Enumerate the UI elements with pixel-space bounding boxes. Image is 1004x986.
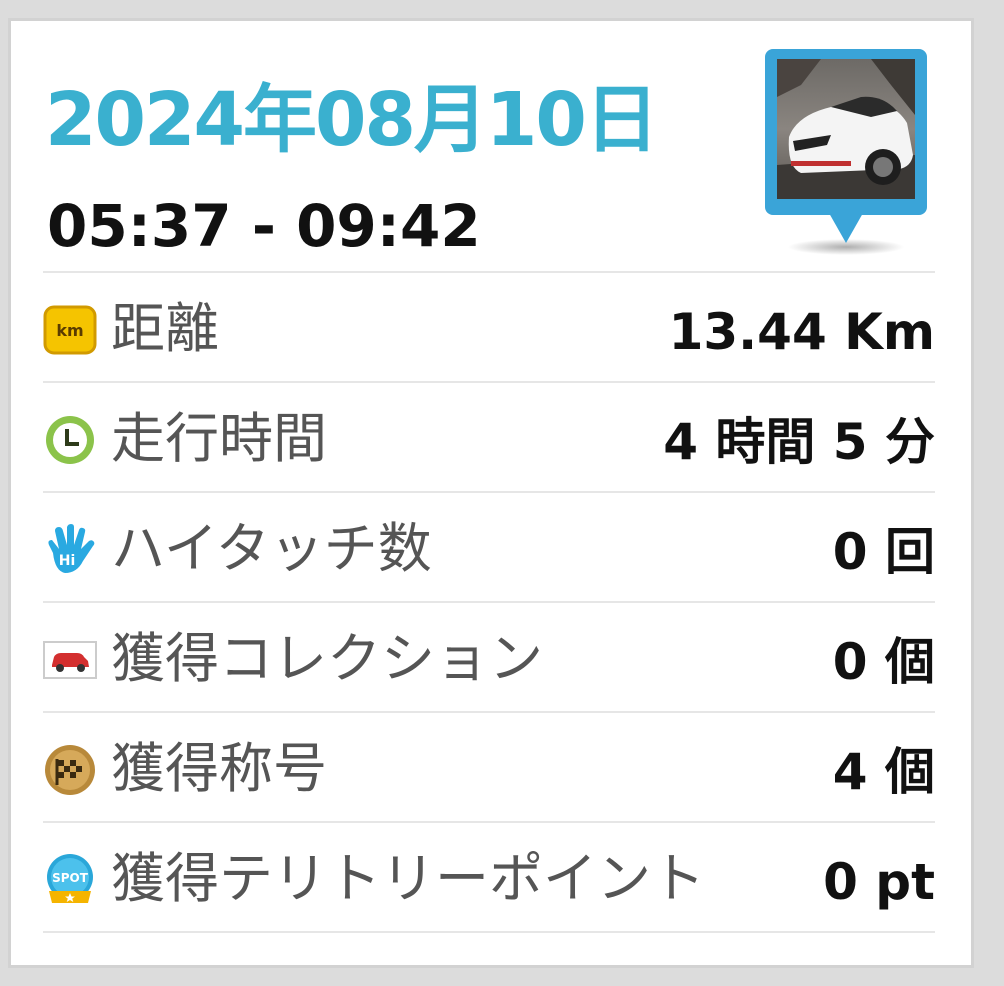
- summary-header: 2024年08月10日 05:37 - 09:42: [45, 21, 935, 273]
- stat-label: 距離: [111, 297, 219, 360]
- drive-summary-card: 2024年08月10日 05:37 - 09:42 km 距離 13.44 Km…: [8, 18, 974, 968]
- stat-label: ハイタッチ数: [111, 517, 432, 580]
- stat-row-distance: km 距離 13.44 Km: [43, 271, 935, 381]
- clock-icon: [46, 416, 94, 464]
- car-photo-pin[interactable]: [761, 45, 931, 257]
- stats-list: km 距離 13.44 Km 走行時間 4 時間 5 分 Hi ハイタッチ数 0…: [43, 271, 935, 933]
- stat-row-high-touch: Hi ハイタッチ数 0 回: [43, 491, 935, 601]
- stat-label: 獲得称号: [111, 737, 327, 800]
- hand-icon: Hi: [48, 524, 95, 573]
- stat-value: 4 個: [832, 743, 935, 801]
- stat-label: 獲得コレクション: [111, 627, 543, 690]
- stat-value: 0 回: [832, 523, 935, 581]
- stat-value: 13.44 Km: [668, 303, 935, 361]
- stat-row-titles: 獲得称号 4 個: [43, 711, 935, 821]
- stat-label: 走行時間: [111, 407, 327, 470]
- drive-date: 2024年08月10日: [45, 77, 659, 163]
- stat-row-collection: 獲得コレクション 0 個: [43, 601, 935, 711]
- km-icon-text: km: [56, 321, 83, 340]
- stat-value: 4 時間 5 分: [663, 413, 935, 471]
- car-collection-icon: [43, 641, 97, 679]
- spot-badge-icon: SPOT: [47, 854, 93, 903]
- stat-label: 獲得テリトリーポイント: [111, 847, 705, 910]
- stat-value: 0 個: [832, 633, 935, 691]
- checkered-medal-icon: [45, 745, 95, 795]
- stat-value: 0 pt: [823, 853, 935, 911]
- hand-icon-text: Hi: [59, 553, 76, 569]
- km-icon: km: [43, 305, 97, 355]
- stat-row-territory-points: SPOT 獲得テリトリーポイント 0 pt: [43, 821, 935, 933]
- stat-row-drive-time: 走行時間 4 時間 5 分: [43, 381, 935, 491]
- drive-time-range: 05:37 - 09:42: [47, 192, 481, 260]
- spot-badge-text: SPOT: [52, 871, 89, 885]
